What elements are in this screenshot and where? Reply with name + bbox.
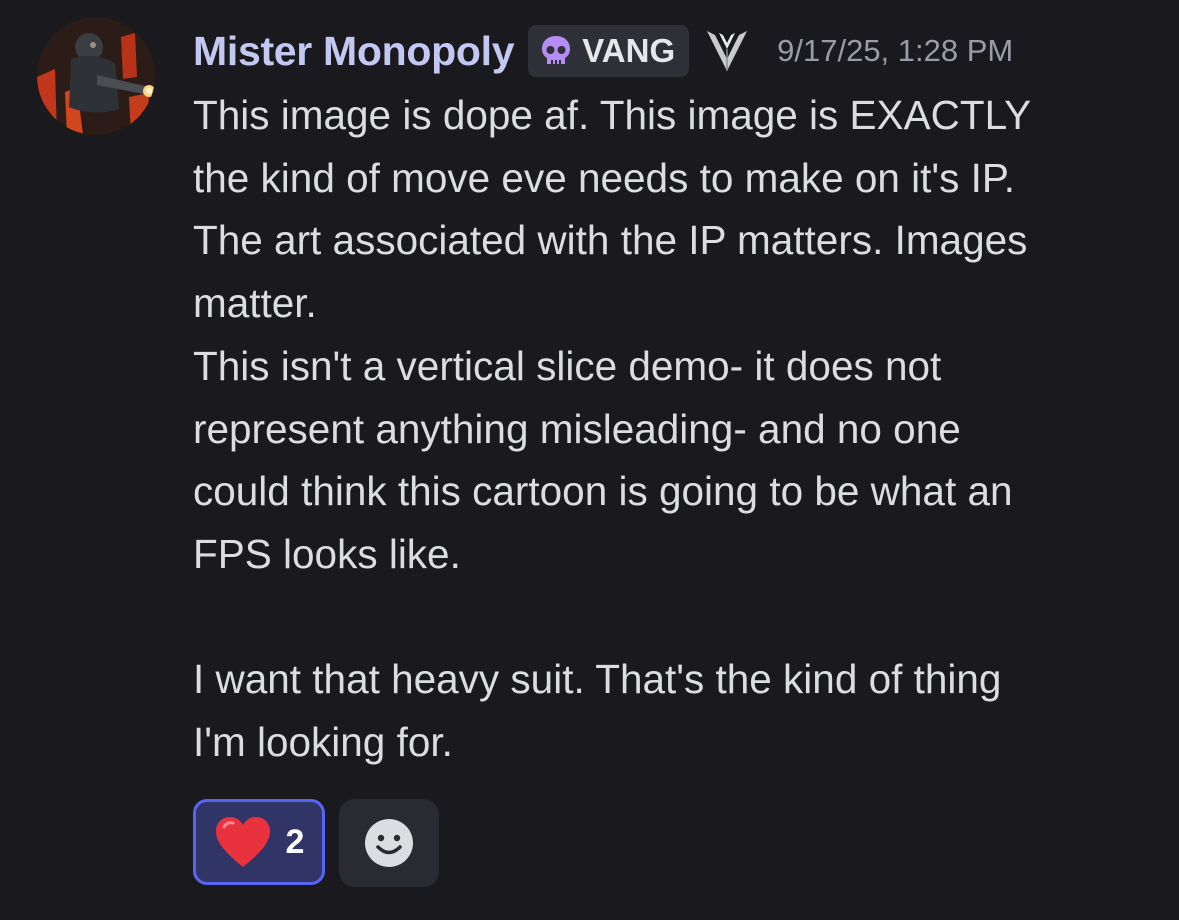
message-line: could think this cartoon is going to be … (193, 468, 1013, 515)
avatar[interactable] (37, 17, 155, 135)
message-line: This image is dope af. This image is EXA… (193, 92, 1032, 138)
message-line: matter. (193, 280, 317, 327)
message-line: FPS looks like. (193, 530, 461, 577)
message-line: I want that heavy suit. That's the kind … (193, 656, 1002, 703)
reaction-count: 2 (285, 822, 305, 861)
heart-emoji (215, 817, 270, 867)
username[interactable]: Mister Monopoly (193, 28, 515, 75)
chat-message: Mister Monopoly VANG 9/17/25, 1:28 PM Th… (0, 0, 1179, 920)
message-line: the kind of move eve needs to make on it… (193, 154, 1015, 201)
server-tag[interactable]: VANG (528, 25, 690, 77)
skull-icon (542, 36, 571, 64)
message-line: I'm looking for. (193, 719, 453, 766)
add-reaction-smiley-icon (365, 819, 413, 867)
server-tag-label: VANG (582, 32, 676, 69)
reaction-heart-button[interactable]: 2 (193, 799, 325, 885)
message-line: The art associated with the IP matters. … (193, 217, 1028, 264)
timestamp: 9/17/25, 1:28 PM (777, 33, 1014, 68)
avatar-image (37, 17, 155, 135)
alliance-crest-icon[interactable] (705, 27, 749, 75)
add-reaction-button[interactable] (339, 799, 439, 887)
message-line: This isn't a vertical slice demo- it doe… (193, 342, 942, 389)
message-header: Mister Monopoly VANG 9/17/25, 1:28 PM (193, 22, 1013, 80)
message-line: represent anything misleading- and no on… (193, 405, 961, 452)
reactions-bar: 2 (193, 799, 439, 887)
message-content: This image is dope af. This image is EXA… (193, 84, 1163, 774)
